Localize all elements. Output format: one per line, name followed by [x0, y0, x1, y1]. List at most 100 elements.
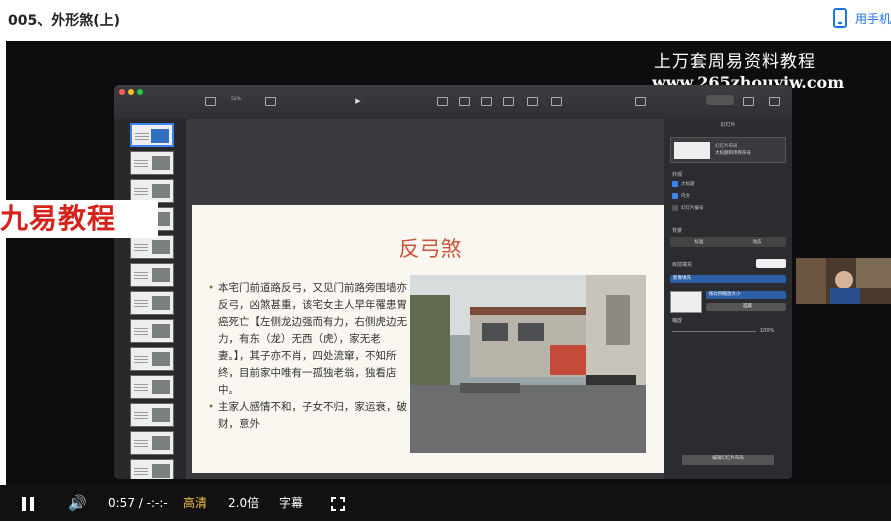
fullscreen-button[interactable]	[331, 485, 345, 521]
time-display: 0:57 / -:-:-	[108, 485, 168, 521]
check-body: 内文	[672, 193, 690, 199]
slide-thumb	[130, 291, 174, 315]
speed-button[interactable]: 2.0倍	[228, 485, 259, 521]
collaborate-icon	[634, 97, 646, 106]
fill-swatch	[756, 259, 786, 268]
checkbox-checked-icon	[672, 193, 678, 199]
layout-picker: 幻灯片布局 大标题和项目符号	[670, 137, 786, 163]
slide-title: 反弓煞	[398, 237, 462, 261]
close-dot-icon	[119, 89, 125, 95]
opacity-value: 100%	[760, 328, 775, 334]
slide-thumb	[130, 459, 174, 479]
mobile-link[interactable]: 用手机	[832, 8, 891, 28]
slide-navigator	[114, 119, 186, 479]
play-icon: ▶	[355, 97, 361, 105]
toolbar-format	[706, 95, 734, 105]
minimize-dot-icon	[128, 89, 134, 95]
check-label: 幻灯片编号	[681, 206, 704, 211]
subtitle-button[interactable]: 字幕	[279, 485, 303, 521]
quality-button[interactable]: 高清	[183, 485, 207, 521]
slide-thumb	[130, 151, 174, 175]
video-player[interactable]: 上万套周易资料教程 www.265zhouyiw.com 52% ▶ 反弓煞 •…	[6, 41, 891, 485]
maximize-dot-icon	[137, 89, 143, 95]
slide-thumb	[130, 347, 174, 371]
shape-icon	[502, 97, 514, 106]
presenter-image	[796, 258, 891, 304]
promo-banner: 九易教程	[0, 200, 158, 238]
opacity-slider	[672, 331, 756, 332]
add-slide-icon	[264, 97, 276, 106]
page-header: 005、外形煞(上) 用手机	[0, 0, 891, 41]
player-controls: 🔊 0:57 / -:-:- 高清 2.0倍 字幕	[0, 485, 891, 521]
choose-button: 选取	[706, 303, 786, 311]
bg-tab: 标准	[694, 240, 704, 245]
toolbar-play: ▶	[344, 97, 372, 105]
slide-thumb	[130, 263, 174, 287]
watermark-title: 上万套周易资料教程	[654, 52, 816, 72]
fill-label: 目前填充	[672, 262, 693, 268]
layout-line1: 幻灯片布局	[715, 144, 738, 149]
slide-bullets: 本宅门前道路反弓，又见门前路旁围墙亦反弓，凶煞甚重，该宅女主人早年罹患胃癌死亡【…	[208, 280, 408, 433]
pause-button[interactable]	[22, 485, 34, 521]
time-separator: /	[138, 496, 143, 510]
street-photo-image	[410, 275, 646, 453]
edit-layout-button: 编辑幻灯片布局	[682, 455, 774, 465]
keynote-window: 52% ▶ 反弓煞 • 本宅门前道路反弓，又见门前路旁围墙亦反弓，凶煞甚重，该宅…	[114, 85, 792, 479]
view-icon	[204, 97, 216, 106]
duration: -:-:-	[146, 496, 168, 510]
street-photo	[410, 275, 646, 453]
text-icon	[480, 97, 492, 106]
slide: 反弓煞 本宅门前道路反弓，又见门前路旁围墙亦反弓，凶煞甚重，该宅女主人早年罹患胃…	[192, 205, 668, 473]
layout-line2: 大标题和项目符号	[715, 151, 751, 156]
toolbar-view	[196, 97, 224, 108]
chart-icon	[458, 97, 470, 106]
volume-button[interactable]: 🔊	[68, 485, 87, 521]
comment-icon	[550, 97, 562, 106]
opacity-label: 缩放	[672, 318, 683, 324]
current-time: 0:57	[108, 496, 135, 510]
slide-canvas: 反弓煞 本宅门前道路反弓，又见门前路旁围墙亦反弓，凶煞甚重，该宅女主人早年罹患胃…	[186, 119, 668, 479]
slide-thumb	[130, 123, 174, 147]
page-title: 005、外形煞(上)	[8, 13, 121, 29]
fullscreen-icon	[331, 496, 345, 511]
presenter-webcam	[796, 258, 891, 304]
background-tabs: 标准 动态	[670, 237, 786, 247]
zoom-label: 52%	[230, 97, 241, 102]
image-well	[670, 291, 702, 313]
toolbar-comment	[542, 97, 570, 108]
slide-thumb	[130, 319, 174, 343]
format-inspector: 幻灯片 幻灯片布局 大标题和项目符号 外观 大标题 内文 幻灯片编号 背景 标准…	[664, 119, 792, 479]
toolbar-zoom: 52%	[222, 97, 250, 102]
document-icon	[768, 97, 780, 106]
check-title: 大标题	[672, 181, 695, 187]
check-label: 大标题	[681, 182, 695, 187]
checkbox-checked-icon	[672, 181, 678, 187]
mobile-link-label: 用手机	[854, 11, 891, 26]
table-icon	[436, 97, 448, 106]
check-label: 内文	[681, 194, 690, 199]
volume-icon: 🔊	[68, 494, 87, 512]
pause-icon	[22, 496, 34, 511]
toolbar-document	[760, 97, 788, 108]
slide-bullet: 本宅门前道路反弓，又见门前路旁围墙亦反弓，凶煞甚重，该宅女主人早年罹患胃癌死亡【…	[208, 280, 408, 399]
slide-bullet: 主家人感情不和，子女不归，家运衰，破财，意外	[208, 399, 408, 433]
phone-icon	[832, 8, 847, 28]
media-icon	[526, 97, 538, 106]
bg-tab: 动态	[752, 240, 762, 245]
toolbar-animate	[734, 97, 762, 108]
appearance-label: 外观	[672, 172, 683, 178]
slide-thumb	[130, 431, 174, 455]
keynote-toolbar: 52% ▶	[114, 85, 792, 119]
scale-select: 按比例缩放大小	[706, 291, 786, 299]
slide-thumb	[130, 403, 174, 427]
background-label: 背景	[672, 228, 683, 234]
inspector-header: 幻灯片	[720, 122, 736, 128]
check-slide-number: 幻灯片编号	[672, 205, 704, 211]
slide-thumb	[130, 375, 174, 399]
toolbar-add-slide	[256, 97, 284, 108]
checkbox-empty-icon	[672, 205, 678, 211]
slide-thumb	[130, 235, 174, 259]
toolbar-collaborate	[626, 97, 654, 108]
fill-select: 影像填充	[670, 275, 786, 283]
animate-icon	[742, 97, 754, 106]
